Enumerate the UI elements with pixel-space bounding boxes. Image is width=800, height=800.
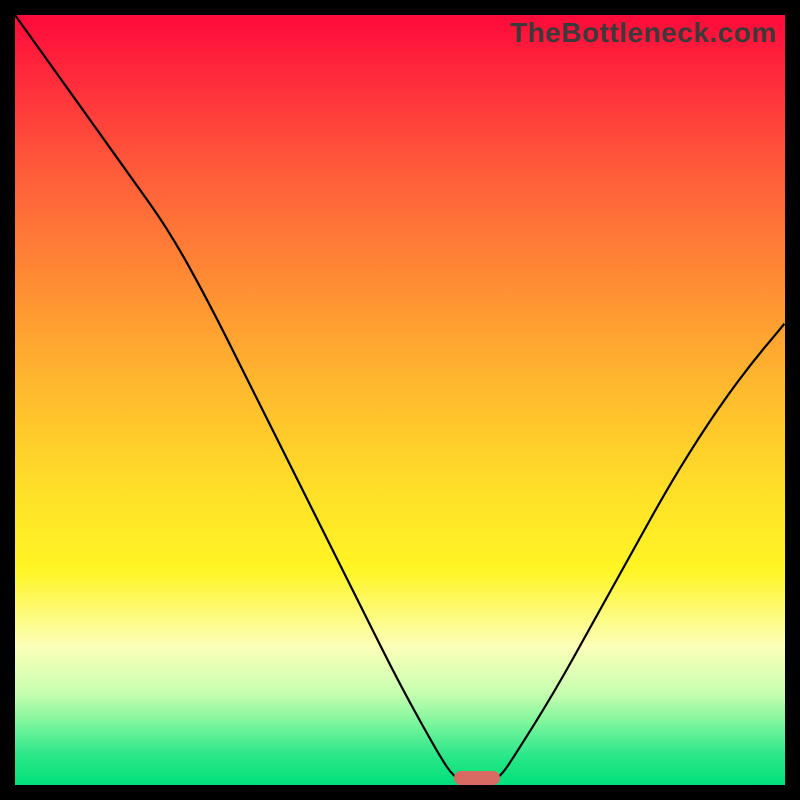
chart-frame: TheBottleneck.com (0, 0, 800, 800)
optimal-marker (454, 771, 500, 785)
plot-area: TheBottleneck.com (15, 15, 785, 785)
bottleneck-curve (15, 15, 785, 785)
